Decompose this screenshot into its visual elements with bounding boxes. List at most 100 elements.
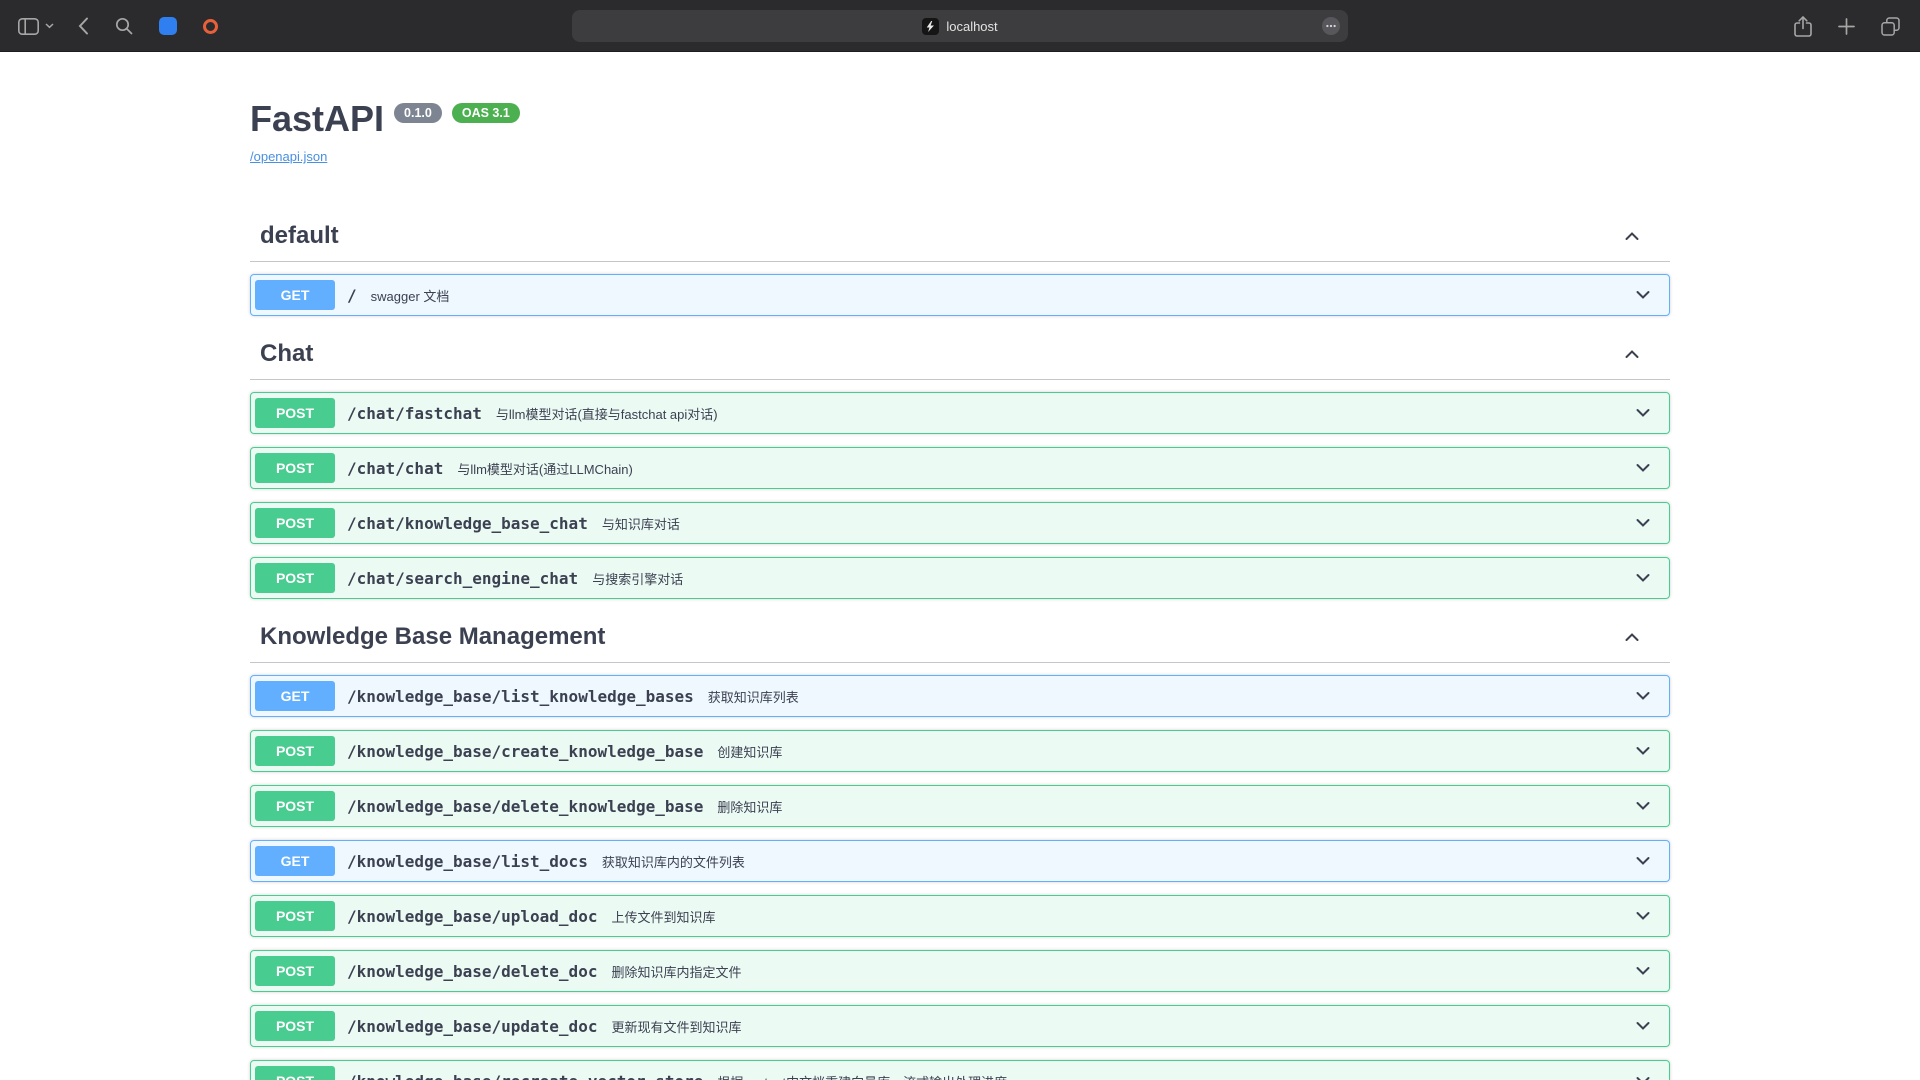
expand-operation-button[interactable] bbox=[1631, 566, 1655, 590]
address-url: localhost bbox=[946, 19, 997, 34]
expand-operation-button[interactable] bbox=[1631, 794, 1655, 818]
api-title-text: FastAPI bbox=[250, 98, 384, 140]
operation-path: /chat/knowledge_base_chat bbox=[347, 514, 588, 533]
tag-section-chat: Chat POST/chat/fastchat 与llm模型对话(直接与fastch… bbox=[250, 329, 1670, 599]
method-badge: GET bbox=[255, 681, 335, 711]
operations-list: POST/chat/fastchat 与llm模型对话(直接与fastchat a… bbox=[250, 392, 1670, 599]
tab-overview-icon[interactable] bbox=[1881, 17, 1900, 36]
sidebar-toggle-icon[interactable] bbox=[18, 18, 39, 35]
operation-post-chat-search-engine-chat[interactable]: POST/chat/search_engine_chat与搜索引擎对话 bbox=[250, 557, 1670, 599]
operation-summary: 删除知识库 bbox=[717, 797, 1631, 816]
operations-list: GET/knowledge_base/list_knowledge_bases 获… bbox=[250, 675, 1670, 1080]
method-badge: POST bbox=[255, 398, 335, 428]
operation-summary: 根据content中文档重建向量库，流式输出处理进度。 bbox=[717, 1072, 1631, 1080]
expand-operation-button[interactable] bbox=[1631, 456, 1655, 480]
collapse-section-button[interactable] bbox=[1620, 625, 1644, 649]
operation-summary: 与知识库对话 bbox=[602, 514, 1631, 533]
operation-post-knowledge-base-create-knowledge-base[interactable]: POST/knowledge_base/create_knowledge_bas… bbox=[250, 730, 1670, 772]
chevron-down-icon bbox=[1633, 568, 1653, 588]
operation-path: /knowledge_base/upload_doc bbox=[347, 907, 597, 926]
api-sections: default GET / swagger 文档 Chat POST/chat/fastc… bbox=[250, 211, 1670, 1080]
chevron-down-icon bbox=[1633, 796, 1653, 816]
operation-post-chat-knowledge-base-chat[interactable]: POST/chat/knowledge_base_chat 与知识库对话 bbox=[250, 502, 1670, 544]
operation-path: /knowledge_base/list_docs bbox=[347, 852, 588, 871]
new-tab-icon[interactable] bbox=[1838, 18, 1855, 35]
section-header-knowledge-base-management[interactable]: Knowledge Base Management bbox=[250, 612, 1670, 663]
operation-post-knowledge-base-delete-doc[interactable]: POST/knowledge_base/delete_doc 删除知识库内指定文件 bbox=[250, 950, 1670, 992]
tag-section-default: default GET / swagger 文档 bbox=[250, 211, 1670, 316]
chevron-down-icon bbox=[1633, 906, 1653, 926]
section-title: Knowledge Base Management bbox=[260, 621, 605, 653]
back-icon[interactable] bbox=[78, 17, 89, 35]
swagger-ui: FastAPI 0.1.0 OAS 3.1 /openapi.json defa… bbox=[250, 52, 1670, 1080]
chevron-up-icon bbox=[1622, 226, 1642, 246]
extension-blue-icon[interactable] bbox=[159, 17, 177, 35]
method-badge: POST bbox=[255, 901, 335, 931]
operation-post-knowledge-base-upload-doc[interactable]: POST/knowledge_base/upload_doc上传文件到知识库 bbox=[250, 895, 1670, 937]
address-bar[interactable]: localhost bbox=[572, 10, 1348, 42]
operation-path: /knowledge_base/delete_doc bbox=[347, 962, 597, 981]
expand-operation-button[interactable] bbox=[1631, 1014, 1655, 1038]
method-badge: POST bbox=[255, 563, 335, 593]
operation-summary: swagger 文档 bbox=[371, 286, 1631, 305]
chevron-down-icon bbox=[1633, 403, 1653, 423]
expand-operation-button[interactable] bbox=[1631, 684, 1655, 708]
operation-summary: 更新现有文件到知识库 bbox=[611, 1017, 1631, 1036]
operation-path: /knowledge_base/delete_knowledge_base bbox=[347, 797, 703, 816]
operation-summary: 获取知识库内的文件列表 bbox=[602, 852, 1631, 871]
section-header-chat[interactable]: Chat bbox=[250, 329, 1670, 380]
operation-post-knowledge-base-delete-knowledge-base[interactable]: POST/knowledge_base/delete_knowledge_bas… bbox=[250, 785, 1670, 827]
section-title: Chat bbox=[260, 338, 313, 370]
operation-post-knowledge-base-recreate-vector-store[interactable]: POST/knowledge_base/recreate_vector_stor… bbox=[250, 1060, 1670, 1080]
chevron-down-icon bbox=[1633, 961, 1653, 981]
version-badge: 0.1.0 bbox=[394, 103, 442, 124]
operation-post-chat-chat[interactable]: POST/chat/chat与llm模型对话(通过LLMChain) bbox=[250, 447, 1670, 489]
chevron-down-icon[interactable] bbox=[45, 23, 54, 29]
share-icon[interactable] bbox=[1794, 16, 1812, 37]
chevron-down-icon bbox=[1633, 285, 1653, 305]
site-favicon-icon bbox=[922, 18, 939, 35]
browser-toolbar: localhost bbox=[0, 0, 1920, 52]
section-header-default[interactable]: default bbox=[250, 211, 1670, 262]
expand-operation-button[interactable] bbox=[1631, 1069, 1655, 1080]
operation-summary: 删除知识库内指定文件 bbox=[611, 962, 1631, 981]
expand-operation-button[interactable] bbox=[1631, 511, 1655, 535]
extension-orange-icon[interactable] bbox=[203, 19, 218, 34]
operations-list: GET / swagger 文档 bbox=[250, 274, 1670, 316]
method-badge: POST bbox=[255, 1011, 335, 1041]
method-badge: POST bbox=[255, 508, 335, 538]
oas-badge: OAS 3.1 bbox=[452, 103, 520, 124]
openapi-json-link[interactable]: /openapi.json bbox=[250, 149, 327, 164]
operation-summary: 与llm模型对话(直接与fastchat api对话) bbox=[496, 404, 1631, 423]
collapse-section-button[interactable] bbox=[1620, 224, 1644, 248]
chevron-down-icon bbox=[1633, 1016, 1653, 1036]
method-badge: POST bbox=[255, 956, 335, 986]
operation-get-root[interactable]: GET / swagger 文档 bbox=[250, 274, 1670, 316]
expand-operation-button[interactable] bbox=[1631, 401, 1655, 425]
method-badge: GET bbox=[255, 280, 335, 310]
operation-path: / bbox=[347, 286, 357, 305]
operation-path: /chat/search_engine_chat bbox=[347, 569, 578, 588]
chevron-down-icon bbox=[1633, 741, 1653, 761]
operation-get-knowledge-base-list-docs[interactable]: GET/knowledge_base/list_docs获取知识库内的文件列表 bbox=[250, 840, 1670, 882]
expand-operation-button[interactable] bbox=[1631, 739, 1655, 763]
expand-operation-button[interactable] bbox=[1631, 959, 1655, 983]
operation-path: /knowledge_base/list_knowledge_bases bbox=[347, 687, 694, 706]
collapse-section-button[interactable] bbox=[1620, 342, 1644, 366]
operation-path: /chat/chat bbox=[347, 459, 443, 478]
operation-path: /chat/fastchat bbox=[347, 404, 482, 423]
chevron-down-icon bbox=[1633, 1071, 1653, 1080]
ellipsis-icon[interactable] bbox=[1322, 17, 1340, 35]
expand-operation-button[interactable] bbox=[1631, 283, 1655, 307]
operation-post-chat-fastchat[interactable]: POST/chat/fastchat 与llm模型对话(直接与fastchat a… bbox=[250, 392, 1670, 434]
operation-path: /knowledge_base/update_doc bbox=[347, 1017, 597, 1036]
operation-post-knowledge-base-update-doc[interactable]: POST/knowledge_base/update_doc 更新现有文件到知识库 bbox=[250, 1005, 1670, 1047]
operation-get-knowledge-base-list-knowledge-bases[interactable]: GET/knowledge_base/list_knowledge_bases 获… bbox=[250, 675, 1670, 717]
operation-summary: 获取知识库列表 bbox=[708, 687, 1631, 706]
expand-operation-button[interactable] bbox=[1631, 904, 1655, 928]
expand-operation-button[interactable] bbox=[1631, 849, 1655, 873]
chevron-down-icon bbox=[1633, 851, 1653, 871]
method-badge: POST bbox=[255, 453, 335, 483]
chevron-down-icon bbox=[1633, 686, 1653, 706]
search-icon[interactable] bbox=[115, 17, 133, 35]
